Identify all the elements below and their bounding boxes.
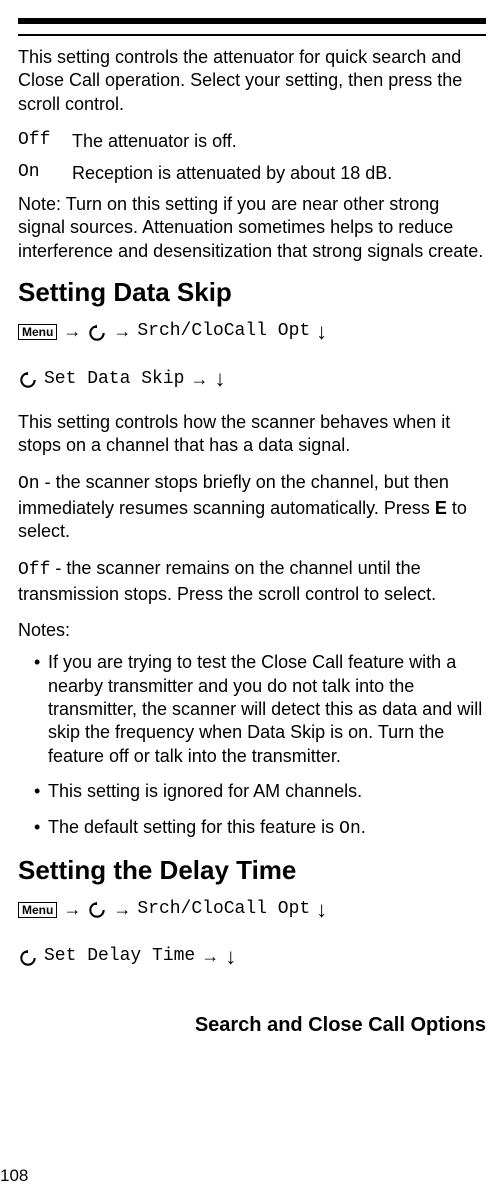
scroll-icon	[87, 317, 107, 346]
option-off-row: Off The attenuator is off.	[18, 130, 486, 153]
option-off-desc: The attenuator is off.	[72, 130, 237, 153]
option-on-row: On Reception is attenuated by about 18 d…	[18, 162, 486, 185]
data-skip-on-desc: - the scanner stops briefly on the chann…	[18, 472, 449, 517]
menu-button-icon: Menu	[18, 324, 57, 340]
nav-delay-time: Menu → → Srch/CloCall Opt ↓ Set Delay Ti…	[18, 892, 486, 974]
arrow-down-icon: ↓	[316, 892, 327, 927]
data-skip-off-desc: - the scanner remains on the channel unt…	[18, 558, 436, 603]
data-skip-on: On - the scanner stops briefly on the ch…	[18, 471, 486, 543]
option-on-desc: Reception is attenuated by about 18 dB.	[72, 162, 392, 185]
note-default-prefix: The default setting for this feature is	[48, 817, 339, 837]
top-rule-thin	[18, 34, 486, 36]
arrow-right-icon: →	[63, 317, 81, 346]
nav-srch-opt: Srch/CloCall Opt	[137, 895, 310, 924]
data-skip-on-label: On	[18, 474, 40, 494]
list-item: If you are trying to test the Close Call…	[34, 651, 486, 768]
notes-label: Notes:	[18, 620, 486, 641]
footer-section-title: Search and Close Call Options	[18, 1014, 486, 1037]
nav-data-skip: Menu → → Srch/CloCall Opt ↓ Set Data Ski…	[18, 314, 486, 396]
scroll-icon	[18, 365, 38, 394]
scroll-icon	[18, 942, 38, 971]
arrow-right-icon: →	[190, 365, 208, 394]
arrow-right-icon: →	[63, 895, 81, 924]
heading-data-skip: Setting Data Skip	[18, 277, 486, 308]
arrow-down-icon: ↓	[214, 361, 225, 396]
data-skip-off-label: Off	[18, 560, 50, 580]
arrow-right-icon: →	[113, 895, 131, 924]
arrow-right-icon: →	[201, 942, 219, 971]
arrow-down-icon: ↓	[225, 939, 236, 974]
page-number: 108	[0, 1166, 28, 1186]
scroll-icon	[87, 895, 107, 924]
notes-list: If you are trying to test the Close Call…	[18, 651, 486, 841]
nav-set-data-skip: Set Data Skip	[44, 365, 184, 394]
option-on-label: On	[18, 162, 62, 182]
nav-set-delay-time: Set Delay Time	[44, 942, 195, 971]
top-rule-thick	[18, 18, 486, 24]
note-default-value: On	[339, 819, 361, 839]
note-default-suffix: .	[361, 817, 366, 837]
data-skip-off: Off - the scanner remains on the channel…	[18, 557, 486, 606]
list-item: The default setting for this feature is …	[34, 816, 486, 841]
intro-paragraph: This setting controls the attenuator for…	[18, 46, 486, 116]
menu-button-icon: Menu	[18, 902, 57, 918]
arrow-down-icon: ↓	[316, 314, 327, 349]
heading-delay-time: Setting the Delay Time	[18, 855, 486, 886]
key-e: E	[435, 498, 447, 518]
nav-srch-opt: Srch/CloCall Opt	[137, 317, 310, 346]
arrow-right-icon: →	[113, 317, 131, 346]
attenuator-note: Note: Turn on this setting if you are ne…	[18, 193, 486, 263]
data-skip-intro: This setting controls how the scanner be…	[18, 411, 486, 458]
option-off-label: Off	[18, 130, 62, 150]
list-item: This setting is ignored for AM channels.	[34, 780, 486, 803]
